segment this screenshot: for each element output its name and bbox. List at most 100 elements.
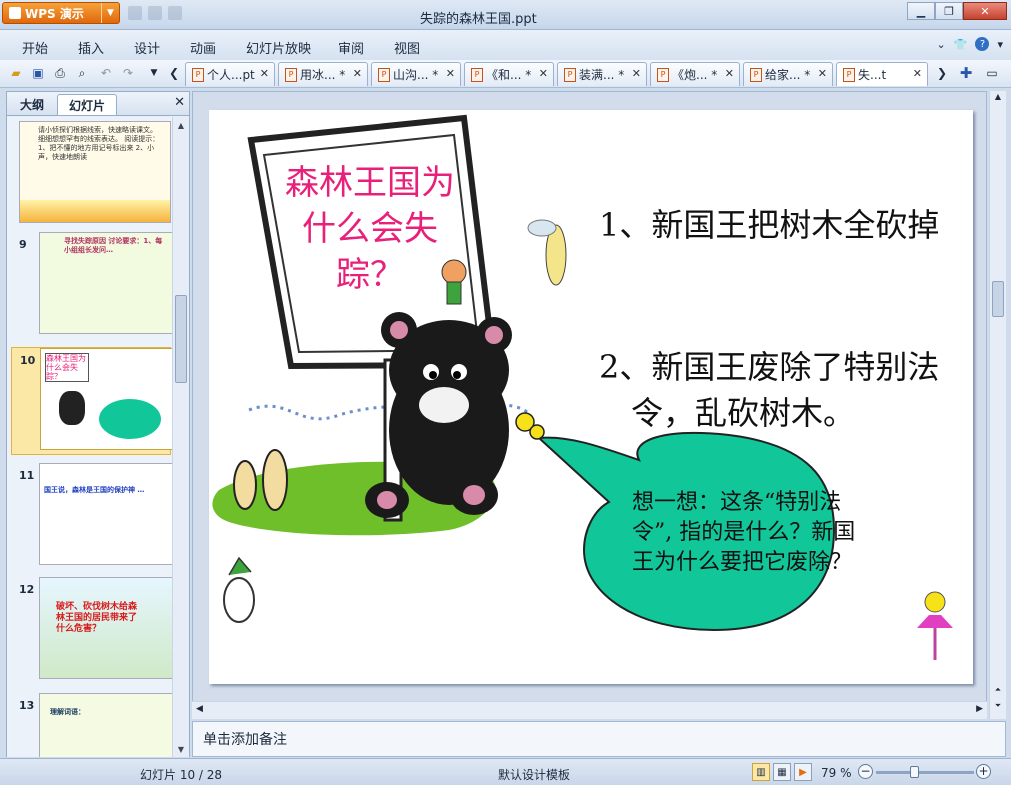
menu-insert[interactable]: 插入 bbox=[78, 38, 104, 57]
close-tab-icon[interactable]: ✕ bbox=[446, 67, 455, 80]
print-preview-icon[interactable]: ⌕ bbox=[74, 65, 90, 81]
slide-thumbnail[interactable]: 11 国王说，森林是王国的保护神 … bbox=[11, 463, 173, 571]
close-tab-icon[interactable]: ✕ bbox=[725, 67, 734, 80]
doc-tab[interactable]: P 用冰... * ✕ bbox=[278, 62, 368, 86]
butterfly-decoration bbox=[529, 424, 545, 440]
scroll-down-icon[interactable]: ▼ bbox=[174, 742, 188, 756]
peanut-decoration bbox=[262, 449, 288, 511]
save-icon[interactable]: ▣ bbox=[30, 65, 46, 81]
fairy-wing bbox=[527, 219, 557, 237]
print-icon[interactable]: ⎙ bbox=[52, 65, 68, 81]
doc-tab-label: 《炮... * bbox=[672, 68, 718, 82]
scroll-up-icon[interactable]: ▲ bbox=[991, 92, 1005, 106]
slide-horizontal-scrollbar[interactable]: ◀ ▶ bbox=[192, 701, 987, 719]
close-tab-icon[interactable]: ✕ bbox=[539, 67, 548, 80]
menu-view[interactable]: 视图 bbox=[394, 38, 420, 57]
zoom-slider-handle[interactable] bbox=[910, 766, 919, 778]
menu-review[interactable]: 审阅 bbox=[338, 38, 364, 57]
menu-home[interactable]: 开始 bbox=[22, 38, 48, 57]
bear-foot-pad bbox=[377, 491, 397, 509]
scroll-right-icon[interactable]: ▶ bbox=[976, 704, 983, 714]
minimize-button[interactable]: ▁ bbox=[907, 2, 935, 20]
scrollbar-thumb[interactable] bbox=[992, 281, 1004, 317]
chevron-down-icon[interactable]: ⌄ bbox=[937, 38, 946, 51]
slideshow-play-icon[interactable]: ▶ bbox=[794, 763, 812, 781]
radish-leaves bbox=[228, 556, 252, 576]
chevron-down-icon[interactable]: ▼ bbox=[101, 3, 119, 23]
slide-canvas[interactable]: 森林王国为什么会失踪？ 1、新国王把树木全砍掉 2、新国王废除了特别法令，乱砍树… bbox=[209, 110, 973, 684]
panel-scrollbar[interactable]: ▲ ▼ bbox=[172, 117, 189, 757]
ppt-file-icon: P bbox=[378, 67, 390, 82]
thumbnail-bubble bbox=[99, 399, 161, 439]
slide-counter: 幻灯片 10 / 28 bbox=[140, 768, 223, 782]
panel-tabs: 大纲 幻灯片 ✕ bbox=[7, 92, 189, 116]
slide-point-2: 2、新国王废除了特别法令，乱砍树木。 bbox=[599, 348, 940, 432]
close-icon[interactable]: ✕ bbox=[174, 95, 185, 110]
zoom-out-icon[interactable]: − bbox=[858, 764, 873, 779]
doc-tab[interactable]: P 《炮... * ✕ bbox=[650, 62, 740, 86]
doc-tab-label: 用冰... * bbox=[300, 68, 346, 82]
ppt-file-icon: P bbox=[750, 67, 762, 82]
new-tab-plus-icon[interactable]: ✚ bbox=[958, 64, 974, 82]
doc-tab[interactable]: P 山沟... * ✕ bbox=[371, 62, 461, 86]
slide-thumbnail[interactable]: 13 理解词语： bbox=[11, 693, 173, 757]
slide-vertical-scrollbar[interactable]: ▲ ⏶ ⏷ bbox=[989, 91, 1006, 719]
slide-thumbnail[interactable]: 8 请小侦探们根据线索，快速略读课文。 细细想想罕有的线索表达。 阅读提示：1、… bbox=[11, 119, 171, 225]
menu-animation[interactable]: 动画 bbox=[190, 38, 216, 57]
open-folder-icon[interactable]: ▰ bbox=[8, 65, 24, 81]
normal-view-icon[interactable]: ▥ bbox=[752, 763, 770, 781]
slide-sorter-icon[interactable]: ▦ bbox=[773, 763, 791, 781]
menu-right-controls: ⌄ 👕 ? ▾ bbox=[937, 37, 1003, 51]
slide-thumbnail-image: 理解词语： bbox=[39, 693, 173, 757]
zoom-in-icon[interactable]: + bbox=[976, 764, 991, 779]
zoom-slider[interactable] bbox=[876, 771, 974, 774]
tab-scroll-left-icon[interactable]: ❮ bbox=[166, 65, 182, 81]
wps-app-menu-button[interactable]: WPS 演示 ▼ bbox=[2, 2, 120, 24]
close-tab-icon[interactable]: ✕ bbox=[818, 67, 827, 80]
bear-foot-pad bbox=[463, 485, 485, 505]
slide-thumbnail-image: 破坏、砍伐树木给森林王国的居民带来了什么危害？ bbox=[39, 577, 173, 679]
ppt-file-icon: P bbox=[471, 67, 483, 82]
ppt-file-icon: P bbox=[285, 67, 297, 82]
help-icon[interactable]: ? bbox=[975, 37, 990, 51]
slide-thumbnail[interactable]: 9 寻找失踪原因 讨论要求：1、每小组组长发问… bbox=[11, 232, 173, 340]
doc-tab[interactable]: P 给家... * ✕ bbox=[743, 62, 833, 86]
chevron-down-icon[interactable]: ▼ bbox=[146, 65, 162, 81]
close-window-button[interactable]: ✕ bbox=[963, 2, 1007, 20]
peanut-decoration bbox=[233, 460, 257, 510]
ppt-file-icon: P bbox=[192, 67, 204, 82]
notes-area[interactable]: 单击添加备注 bbox=[192, 721, 1006, 757]
scroll-left-icon[interactable]: ◀ bbox=[196, 704, 203, 714]
undo-icon[interactable]: ↶ bbox=[98, 65, 114, 81]
menu-design[interactable]: 设计 bbox=[134, 38, 160, 57]
doc-tab-active[interactable]: P 失...t ✕ bbox=[836, 62, 928, 86]
skin-shirt-icon[interactable]: 👕 bbox=[954, 38, 968, 51]
slide-thumbnail-selected[interactable]: 10 森林王国为什么会失踪？ bbox=[11, 347, 173, 455]
tab-outline[interactable]: 大纲 bbox=[10, 94, 54, 115]
previous-slide-icon[interactable]: ⏶ bbox=[991, 685, 1005, 699]
close-tab-icon[interactable]: ✕ bbox=[632, 67, 641, 80]
doc-tab[interactable]: P 个人...pt ✕ bbox=[185, 62, 275, 86]
ballerina-decoration bbox=[924, 591, 946, 613]
wps-logo-icon bbox=[9, 7, 21, 19]
tab-slides[interactable]: 幻灯片 bbox=[57, 94, 117, 115]
maximize-button[interactable]: ❐ bbox=[935, 2, 963, 20]
tab-list-icon[interactable]: ▭ bbox=[984, 65, 1000, 81]
close-tab-icon[interactable]: ✕ bbox=[260, 67, 269, 80]
doc-tab-label: 《和... * bbox=[486, 68, 532, 82]
doc-tab[interactable]: P 装满... * ✕ bbox=[557, 62, 647, 86]
menu-slideshow[interactable]: 幻灯片放映 bbox=[246, 38, 311, 57]
bear-muzzle bbox=[419, 387, 469, 423]
close-tab-icon[interactable]: ✕ bbox=[353, 67, 362, 80]
chevron-down-icon[interactable]: ▾ bbox=[997, 38, 1003, 51]
doc-tab[interactable]: P 《和... * ✕ bbox=[464, 62, 554, 86]
next-slide-icon[interactable]: ⏷ bbox=[991, 701, 1005, 715]
scrollbar-thumb[interactable] bbox=[175, 295, 187, 383]
redo-icon[interactable]: ↷ bbox=[120, 65, 136, 81]
scroll-up-icon[interactable]: ▲ bbox=[174, 118, 188, 132]
tab-scroll-right-icon[interactable]: ❯ bbox=[934, 65, 950, 81]
close-tab-icon[interactable]: ✕ bbox=[913, 67, 922, 80]
slide-thumbnail[interactable]: 12 破坏、砍伐树木给森林王国的居民带来了什么危害？ bbox=[11, 577, 173, 685]
app-name: WPS 演示 bbox=[25, 6, 84, 21]
ppt-file-icon: P bbox=[657, 67, 669, 82]
